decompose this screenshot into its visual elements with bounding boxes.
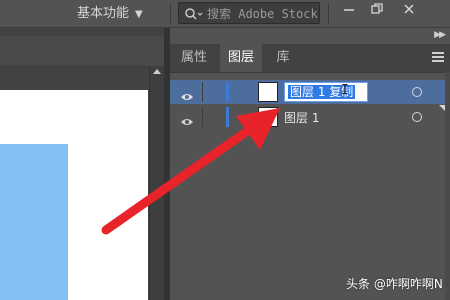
layer-name-input[interactable]: 图层 1 复制 I <box>284 82 368 102</box>
layer-row[interactable]: 图层 1 复制 I <box>170 80 445 104</box>
restore-icon[interactable] <box>366 1 388 23</box>
panel-tabs: 属性 图层 库 <box>170 44 450 73</box>
layer-color-indicator <box>226 82 229 102</box>
chevron-down-icon: ▼ <box>135 9 143 20</box>
document-tab-strip <box>0 36 164 67</box>
layers-panel: ▶▶ 属性 图层 库 图层 1 复制 I 图层 1 <box>170 28 450 300</box>
panel-scrollbar[interactable] <box>445 72 450 300</box>
watermark: 头条 @咋啊咋啊N <box>346 277 443 291</box>
text-cursor-icon: I <box>341 83 349 98</box>
blue-rectangle-shape[interactable] <box>0 144 68 300</box>
eye-icon[interactable] <box>180 87 194 106</box>
layer-thumbnail[interactable] <box>258 107 278 127</box>
minimize-icon[interactable] <box>338 1 360 23</box>
collapse-icon[interactable]: ▶▶ <box>434 30 446 40</box>
stock-search-input[interactable]: 搜索 Adobe Stock <box>178 2 320 24</box>
search-placeholder: 搜索 Adobe Stock <box>207 7 318 21</box>
layer-color-indicator <box>226 107 229 127</box>
eye-icon[interactable] <box>180 112 194 131</box>
app-bar: 基本功能 ▼ 搜索 Adobe Stock <box>0 0 450 28</box>
layer-thumbnail[interactable] <box>258 82 278 102</box>
toolbar-divider <box>170 4 171 24</box>
close-icon[interactable] <box>398 1 420 23</box>
toolbar-divider <box>328 4 329 24</box>
workspace-switcher[interactable]: 基本功能 ▼ <box>77 2 143 21</box>
search-icon <box>184 6 204 25</box>
tab-layers[interactable]: 图层 <box>220 44 262 72</box>
tab-properties[interactable]: 属性 <box>174 44 214 72</box>
panel-menu-icon[interactable] <box>432 52 444 64</box>
vertical-scrollbar[interactable] <box>149 66 165 300</box>
scroll-up-icon[interactable] <box>153 69 161 74</box>
target-icon[interactable] <box>412 112 422 122</box>
row-divider <box>202 82 203 102</box>
tab-libraries[interactable]: 库 <box>268 44 298 72</box>
workspace-label: 基本功能 <box>77 6 130 21</box>
layer-name: 图层 1 <box>284 111 320 125</box>
row-divider <box>202 107 203 127</box>
layer-row[interactable]: 图层 1 <box>170 105 445 129</box>
target-icon[interactable] <box>412 87 422 97</box>
